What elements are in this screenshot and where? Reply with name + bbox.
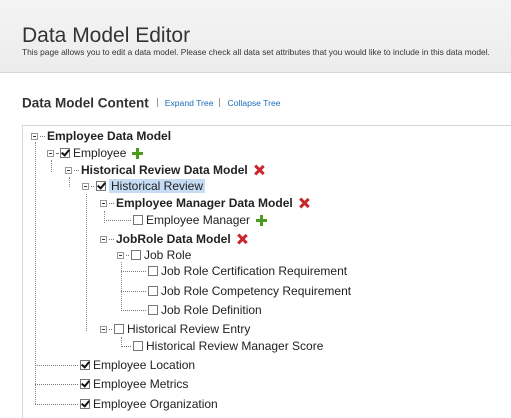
page-header: Data Model Editor This page allows you t… (0, 0, 511, 73)
collapse-toggle-icon[interactable] (100, 325, 107, 333)
tree-node-job-role: Job Role (117, 247, 191, 263)
connector (35, 364, 78, 366)
collapse-toggle-icon[interactable] (100, 235, 107, 243)
collapse-toggle-icon[interactable] (65, 166, 72, 174)
node-label[interactable]: Employee Organization (93, 397, 218, 411)
connector (121, 270, 146, 272)
connector (40, 135, 45, 137)
employee-checkbox[interactable] (60, 148, 70, 158)
node-label[interactable]: Employee Data Model (47, 129, 171, 143)
plus-icon[interactable] (132, 147, 144, 159)
tree-node-employee-organization: Employee Organization (35, 396, 218, 412)
job-role-def-checkbox[interactable] (148, 305, 158, 315)
connector (91, 185, 94, 187)
expand-tree-link[interactable]: Expand Tree (165, 98, 214, 108)
job-role-cert-checkbox[interactable] (148, 266, 158, 276)
hist-review-entry-checkbox[interactable] (114, 324, 124, 334)
tree-guide (86, 194, 87, 331)
separator (156, 98, 158, 108)
collapse-toggle-icon[interactable] (117, 251, 124, 259)
tree-node-employee-metrics: Employee Metrics (35, 376, 188, 392)
tree-node-job-role-def: Job Role Definition (121, 302, 262, 318)
node-label[interactable]: JobRole Data Model (116, 232, 231, 246)
connector (56, 152, 58, 154)
connector (109, 202, 114, 204)
collapse-toggle-icon[interactable] (100, 199, 107, 207)
connector (35, 403, 78, 405)
connector (126, 254, 129, 256)
x-icon[interactable] (237, 234, 247, 244)
connector (35, 383, 78, 385)
job-role-comp-checkbox[interactable] (148, 286, 158, 296)
tree-guide (69, 177, 70, 187)
connector (121, 290, 146, 292)
employee-manager-checkbox[interactable] (133, 215, 143, 225)
collapse-toggle-icon[interactable] (31, 132, 38, 140)
plus-icon[interactable] (256, 214, 268, 226)
tree-node-hist-review-mgr-score: Historical Review Manager Score (121, 338, 323, 354)
x-icon[interactable] (299, 198, 309, 208)
x-icon[interactable] (254, 165, 264, 175)
tree-node-employee: Employee (47, 145, 144, 161)
employee-metrics-checkbox[interactable] (80, 379, 90, 389)
tree-node-jobrole-model: JobRole Data Model (100, 231, 247, 247)
node-label[interactable]: Employee (73, 146, 126, 160)
page-title: Data Model Editor (22, 24, 191, 47)
connector (104, 219, 131, 221)
historical-review-checkbox[interactable] (96, 181, 106, 191)
tree-node-hist-review-entry: Historical Review Entry (100, 321, 250, 337)
tree-node-historical-review-model: Historical Review Data Model (65, 162, 264, 178)
collapse-toggle-icon[interactable] (47, 149, 54, 157)
node-label[interactable]: Employee Manager (146, 213, 250, 227)
tree-node-root: Employee Data Model (31, 128, 171, 144)
node-label[interactable]: Employee Location (93, 358, 195, 372)
employee-organization-checkbox[interactable] (80, 399, 90, 409)
node-label[interactable]: Employee Metrics (93, 377, 188, 391)
tree-node-employee-manager: Employee Manager (104, 212, 268, 228)
connector (109, 328, 112, 330)
tree-node-employee-manager-model: Employee Manager Data Model (100, 195, 309, 211)
connector (109, 238, 114, 240)
collapse-toggle-icon[interactable] (82, 182, 89, 190)
node-label[interactable]: Historical Review (109, 179, 206, 193)
node-label[interactable]: Job Role (144, 248, 191, 262)
node-label[interactable]: Job Role Definition (161, 303, 262, 317)
node-label[interactable]: Job Role Certification Requirement (161, 264, 347, 278)
section-header: Data Model Content Expand Tree Collapse Tr… (22, 94, 281, 112)
separator (219, 98, 221, 108)
employee-location-checkbox[interactable] (80, 360, 90, 370)
node-label[interactable]: Historical Review Data Model (81, 163, 248, 177)
collapse-tree-link[interactable]: Collapse Tree (227, 98, 280, 108)
job-role-checkbox[interactable] (131, 250, 141, 260)
section-title: Data Model Content (22, 95, 149, 111)
page-description: This page allows you to edit a data mode… (22, 47, 490, 57)
node-label[interactable]: Historical Review Manager Score (146, 339, 323, 353)
tree-node-historical-review: Historical Review (82, 178, 206, 194)
node-label[interactable]: Employee Manager Data Model (116, 196, 293, 210)
connector (121, 309, 146, 311)
connector (74, 169, 79, 171)
tree-node-employee-location: Employee Location (35, 357, 195, 373)
tree-guide (51, 160, 52, 172)
node-label[interactable]: Job Role Competency Requirement (161, 284, 351, 298)
hist-review-mgr-score-checkbox[interactable] (133, 341, 143, 351)
tree-node-job-role-cert: Job Role Certification Requirement (121, 263, 347, 279)
node-label[interactable]: Historical Review Entry (127, 322, 250, 336)
connector (121, 345, 131, 347)
tree-node-job-role-comp: Job Role Competency Requirement (121, 283, 351, 299)
